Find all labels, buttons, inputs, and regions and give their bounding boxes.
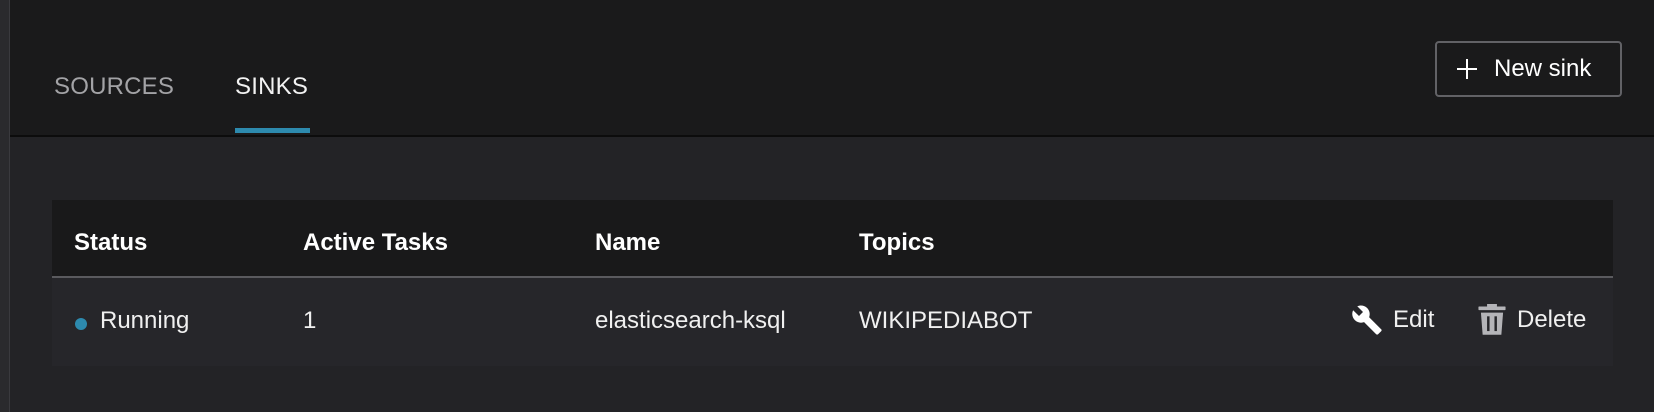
wrench-icon	[1351, 304, 1383, 336]
delete-button[interactable]: Delete	[1477, 300, 1586, 340]
edit-button[interactable]: Edit	[1351, 300, 1434, 340]
column-header-topics: Topics	[859, 229, 935, 256]
sinks-table: Status Active Tasks Name Topics Running …	[52, 200, 1613, 366]
new-sink-label: New sink	[1494, 55, 1592, 82]
delete-label: Delete	[1517, 306, 1587, 333]
new-sink-button[interactable]: New sink	[1435, 41, 1622, 97]
trash-icon	[1477, 304, 1507, 336]
page-header: SOURCES SINKS New sink	[10, 0, 1654, 137]
active-tasks-cell: 1	[303, 307, 317, 334]
tab-sources[interactable]: SOURCES	[54, 73, 174, 101]
tab-sinks[interactable]: SINKS	[235, 73, 308, 101]
column-header-name: Name	[595, 229, 661, 256]
table-header: Status Active Tasks Name Topics	[52, 200, 1613, 278]
connectors-page: SOURCES SINKS New sink Status Active Tas…	[0, 0, 1654, 412]
column-header-active-tasks: Active Tasks	[303, 229, 448, 256]
active-tab-indicator	[235, 128, 310, 133]
status-cell: Running	[100, 307, 190, 334]
table-row[interactable]: Running 1 elasticsearch-ksql WIKIPEDIABO…	[52, 278, 1613, 366]
left-rail	[0, 0, 10, 412]
column-header-status: Status	[74, 229, 148, 256]
edit-label: Edit	[1393, 306, 1435, 333]
name-cell: elasticsearch-ksql	[595, 307, 786, 334]
plus-icon	[1457, 59, 1477, 79]
status-dot-icon	[75, 318, 87, 330]
topics-cell: WIKIPEDIABOT	[859, 307, 1033, 334]
